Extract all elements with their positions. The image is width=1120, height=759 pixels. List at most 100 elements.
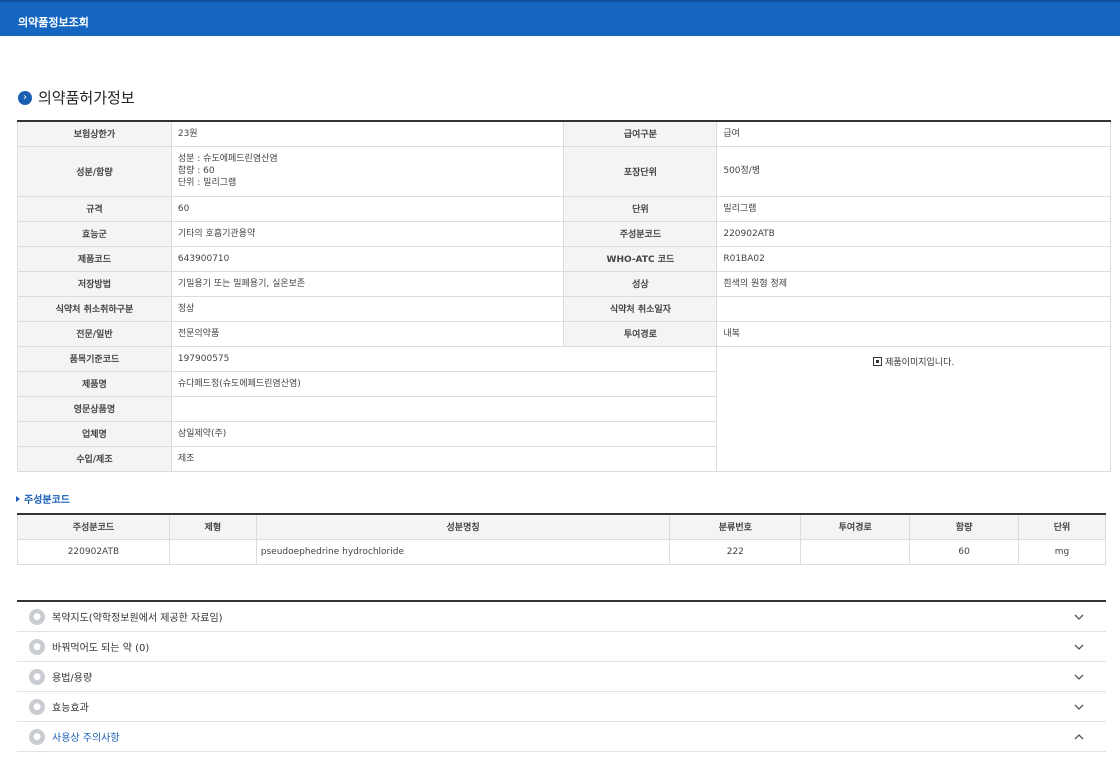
ingredient-line: 단위 : 밀리그램 (177, 178, 237, 188)
std-code-label: 품목기준코드 (17, 345, 172, 372)
product-name-value: 슈다페드정(슈도에페드린염산염) (170, 370, 718, 397)
ingredient-label: 성분/함량 (17, 145, 172, 197)
table-row: 보험상한가 23원 급여구분 급여 (17, 120, 1111, 147)
company-label: 업체명 (17, 420, 172, 447)
table-row: 제품코드 643900710 WHO-ATC 코드 R01BA02 (17, 245, 1111, 272)
chevron-up-icon[interactable] (1074, 732, 1084, 742)
accordion: ● 복약지도(약학정보원에서 제공한 자료임) ● 바꿔먹어도 되는 약 (0)… (17, 600, 1106, 752)
drug-info-table: 보험상한가 23원 급여구분 급여 성분/함량 성분 : 슈도에페드린염산염 함… (17, 120, 1111, 472)
table-cell (168, 538, 257, 565)
english-name-value (170, 395, 718, 422)
insurance-price-label: 보험상한가 (17, 120, 172, 147)
table-row: 식약처 취소취하구분 정상 식약처 취소일자 (17, 295, 1111, 322)
chevron-down-icon[interactable] (1074, 612, 1084, 622)
pill-icon: ● (29, 638, 45, 655)
appearance-value: 흰색의 원형 정제 (716, 270, 1111, 297)
table-cell: 222 (669, 538, 802, 565)
company-value: 삼일제약(주) (170, 420, 718, 447)
table-row: 품목기준코드 197900575 제품이미지입니다. (17, 345, 1111, 472)
route-value: 내복 (716, 320, 1111, 347)
accordion-label: 사용상 주의사항 (52, 733, 120, 744)
table-header-row: 주성분코드 제형 성분명칭 분류번호 투여경로 함량 단위 (17, 513, 1106, 540)
pill-icon: ● (29, 698, 45, 715)
storage-value: 기밀용기 또는 밀폐용기, 실온보존 (170, 270, 565, 297)
component-title-text: 주성분코드 (24, 495, 70, 506)
accordion-label: 복약지도(약학정보원에서 제공한 자료임) (52, 613, 223, 624)
table-cell: 60 (909, 538, 1020, 565)
product-image-alt: 제품이미지입니다. (885, 357, 955, 368)
route-label: 투여경로 (563, 320, 718, 347)
accordion-item-dosage[interactable]: ● 용법/용량 (17, 662, 1106, 692)
accordion-item-efficacy[interactable]: ● 효능효과 (17, 692, 1106, 722)
top-header-bar: 의약품정보조회 (0, 0, 1120, 36)
spec-value: 60 (170, 195, 565, 222)
table-row: 규격 60 단위 밀리그램 (17, 195, 1111, 222)
atc-value: R01BA02 (716, 245, 1111, 272)
efficacy-group-value: 기타의 호흡기관용약 (170, 220, 565, 247)
table-cell: pseudoephedrine hydrochloride (255, 538, 671, 565)
ingredient-line: 성분 : 슈도에페드린염산염 (177, 154, 278, 164)
table-cell: 220902ATB (17, 538, 170, 565)
main-code-label: 주성분코드 (563, 220, 718, 247)
insurance-price-value: 23원 (170, 120, 565, 147)
atc-label: WHO-ATC 코드 (563, 245, 718, 272)
table-row: 저장방법 기밀용기 또는 밀폐용기, 실온보존 성상 흰색의 원형 정제 (17, 270, 1111, 297)
column-header: 단위 (1018, 513, 1106, 540)
unit-value: 밀리그램 (716, 195, 1111, 222)
table-row: 220902ATB pseudoephedrine hydrochloride … (17, 538, 1106, 565)
otc-label: 전문/일반 (17, 320, 172, 347)
table-row: 성분/함량 성분 : 슈도에페드린염산염 함량 : 60 단위 : 밀리그램 포… (17, 145, 1111, 197)
otc-value: 전문의약품 (170, 320, 565, 347)
import-value: 제조 (170, 445, 718, 472)
app-title: 의약품정보조회 (18, 16, 89, 29)
product-code-label: 제품코드 (17, 245, 172, 272)
table-row: 전문/일반 전문의약품 투여경로 내복 (17, 320, 1111, 347)
package-label: 포장단위 (563, 145, 718, 197)
section-heading: › 의약품허가정보 (18, 87, 135, 108)
package-value: 500정/병 (716, 145, 1111, 197)
std-code-value: 197900575 (170, 345, 718, 372)
circle-arrow-icon: › (18, 90, 32, 105)
component-table: 주성분코드 제형 성분명칭 분류번호 투여경로 함량 단위 220902ATB … (17, 513, 1106, 565)
triangle-bullet-icon (16, 496, 20, 502)
pill-icon: ● (29, 728, 45, 745)
accordion-label: 용법/용량 (52, 673, 93, 684)
ingredient-value: 성분 : 슈도에페드린염산염 함량 : 60 단위 : 밀리그램 (170, 145, 565, 197)
efficacy-group-label: 효능군 (17, 220, 172, 247)
ingredient-line: 함량 : 60 (177, 166, 215, 176)
english-name-label: 영문상품명 (17, 395, 172, 422)
product-code-value: 643900710 (170, 245, 565, 272)
chevron-down-icon[interactable] (1074, 672, 1084, 682)
column-header: 함량 (909, 513, 1020, 540)
benefit-value: 급여 (716, 120, 1111, 147)
mfds-cancel-date-value (716, 295, 1111, 322)
mfds-cancel-date-label: 식약처 취소일자 (563, 295, 718, 322)
product-image-cell: 제품이미지입니다. (716, 345, 1111, 472)
accordion-item-precautions[interactable]: ● 사용상 주의사항 (17, 722, 1106, 752)
column-header: 제형 (168, 513, 257, 540)
component-section-title: 주성분코드 (16, 491, 70, 506)
benefit-label: 급여구분 (563, 120, 718, 147)
appearance-label: 성상 (563, 270, 718, 297)
accordion-label: 바꿔먹어도 되는 약 (0) (52, 643, 150, 654)
storage-label: 저장방법 (17, 270, 172, 297)
chevron-down-icon[interactable] (1074, 642, 1084, 652)
pill-icon: ● (29, 668, 45, 685)
product-name-label: 제품명 (17, 370, 172, 397)
column-header: 성분명칭 (255, 513, 671, 540)
main-code-value: 220902ATB (716, 220, 1111, 247)
accordion-item-medication-guide[interactable]: ● 복약지도(약학정보원에서 제공한 자료임) (17, 602, 1106, 632)
column-header: 투여경로 (800, 513, 911, 540)
pill-icon: ● (29, 608, 45, 625)
image-icon (873, 356, 883, 366)
chevron-down-icon[interactable] (1074, 702, 1084, 712)
import-label: 수입/제조 (17, 445, 172, 472)
accordion-item-substitutes[interactable]: ● 바꿔먹어도 되는 약 (0) (17, 632, 1106, 662)
spec-label: 규격 (17, 195, 172, 222)
column-header: 분류번호 (669, 513, 802, 540)
column-header: 주성분코드 (17, 513, 170, 540)
table-cell: mg (1018, 538, 1106, 565)
mfds-cancel-label: 식약처 취소취하구분 (17, 295, 172, 322)
table-row: 효능군 기타의 호흡기관용약 주성분코드 220902ATB (17, 220, 1111, 247)
table-cell (800, 538, 911, 565)
